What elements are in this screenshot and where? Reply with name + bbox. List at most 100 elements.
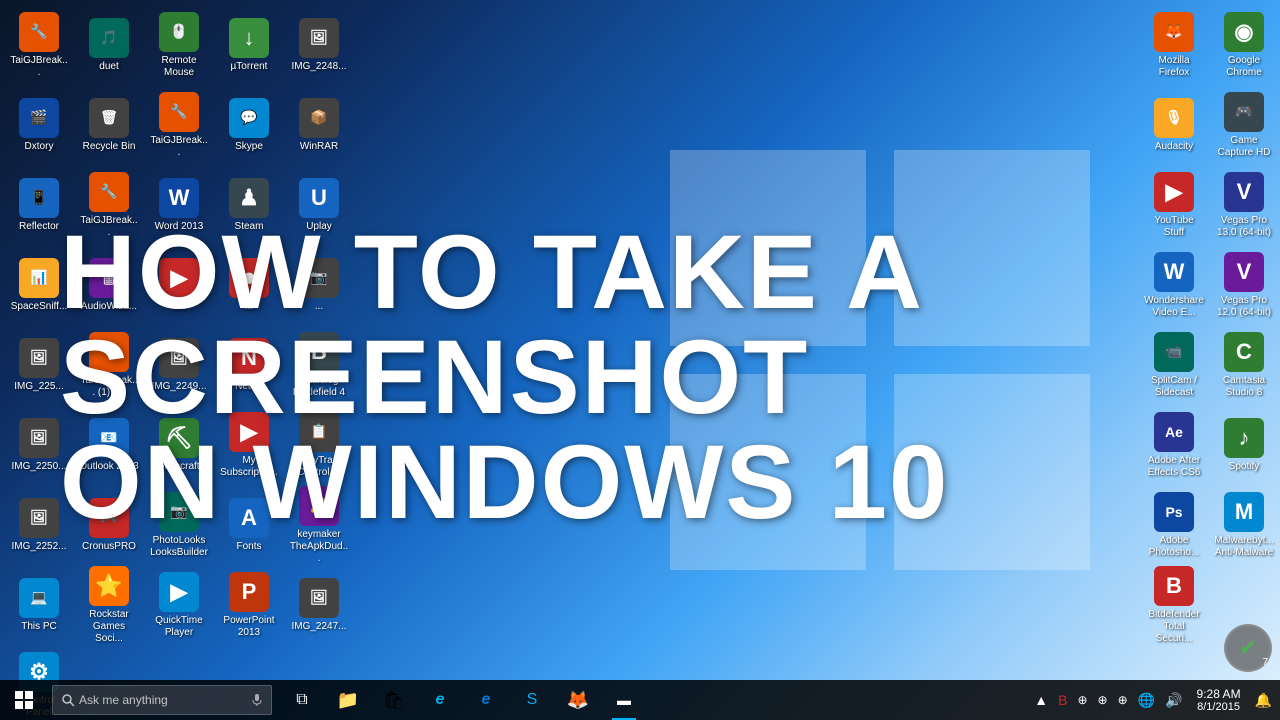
desktop-icon-taigibreak1[interactable]: 🔧TaiGJBreak... (5, 5, 73, 85)
icon-label-malwarebytes: Malwarebyt... Anti-Malware (1214, 535, 1274, 559)
icon-img-this-pc: 💻 (19, 578, 59, 618)
desktop-icon-recycle-bin[interactable]: 🗑 Recycle Bin (75, 85, 143, 165)
taskbar-firefox[interactable]: 🦊 (556, 680, 600, 720)
clock-time: 9:28 AM (1197, 687, 1241, 701)
taskbar: Ask me anything ⧉ 📁 🛍 e e (0, 680, 1280, 720)
search-bar[interactable]: Ask me anything (52, 685, 272, 715)
desktop-icon-chrome[interactable]: ◉Google Chrome (1210, 5, 1278, 85)
network-icon[interactable]: 🌐 (1134, 680, 1159, 720)
taskbar-file-explorer[interactable]: 📁 (326, 680, 370, 720)
microphone-icon (251, 694, 263, 706)
icon-img-uplay: U (299, 178, 339, 218)
icon-img-recycle-bin: 🗑 (89, 98, 129, 138)
icon-img-game-capture: 🎮 (1224, 92, 1264, 132)
icon-img-utorrent: ↓ (229, 18, 269, 58)
icon-label-dxtory: Dxtory (25, 141, 54, 153)
icon-label-duet: duet (99, 61, 118, 73)
clock[interactable]: 9:28 AM 8/1/2015 (1189, 680, 1249, 720)
icon-label-img2252: IMG_2252... (11, 541, 66, 553)
tray-icon1[interactable]: ⊕ (1073, 680, 1091, 720)
desktop-icon-audacity[interactable]: 🎙Audacity (1140, 85, 1208, 165)
notifications-button[interactable]: 🔔 (1251, 680, 1276, 720)
icon-img-spacesniff: 📊 (19, 258, 59, 298)
desktop-icon-img2248[interactable]: 🖼 IMG_2248... (285, 5, 353, 85)
icon-label-utorrent: µTorrent (231, 61, 268, 73)
icon-label-adobe-ps: Adobe Photosho... (1144, 535, 1204, 559)
icon-label-powerpoint: PowerPoint 2013 (219, 615, 279, 639)
desktop-icon-remote-mouse[interactable]: 🖱️Remote Mouse (145, 5, 213, 85)
icon-img-skype: 💬 (229, 98, 269, 138)
icon-img-steam: ♟ (229, 178, 269, 218)
desktop-icon-powerpoint[interactable]: P PowerPoint 2013 (215, 565, 283, 645)
tray-icon3[interactable]: ⊕ (1114, 680, 1132, 720)
desktop-icon-duet[interactable]: 🎵 duet (75, 5, 143, 85)
icon-img-quicktime: ▶ (159, 572, 199, 612)
tray-icon2[interactable]: ⊕ (1094, 680, 1112, 720)
notification-circle[interactable]: ✔ 7 (1224, 624, 1272, 672)
icon-label-remote-mouse: Remote Mouse (149, 55, 209, 79)
desktop-icon-taigibreak2[interactable]: 🔧TaiGJBreak... (145, 85, 213, 165)
icon-img-powerpoint: P (229, 572, 269, 612)
taskbar-apps: ⧉ 📁 🛍 e e S 🦊 ▬ (280, 680, 646, 720)
icon-img-img2255: 🖼 (19, 338, 59, 378)
icon-img-youtube-stuff: ▶ (1154, 172, 1194, 212)
icon-label-recycle-bin: Recycle Bin (83, 141, 136, 153)
taskbar-store[interactable]: 🛍 (372, 680, 416, 720)
taskbar-active-app[interactable]: ▬ (602, 680, 646, 720)
tray-expand[interactable]: ▲ (1030, 680, 1052, 720)
icon-label-this-pc: This PC (21, 621, 57, 633)
desktop-icon-quicktime[interactable]: ▶ QuickTime Player (145, 565, 213, 645)
desktop-icon-skype[interactable]: 💬Skype (215, 85, 283, 165)
icon-label-winrar: WinRAR (300, 141, 338, 153)
overlay-line2: ON WINDOWS 10 (60, 430, 1280, 535)
icon-label-mozilla: Mozilla Firefox (1144, 55, 1204, 79)
desktop-icon-bitdefender[interactable]: BBitdefender Total Securi... (1140, 565, 1208, 645)
desktop: HOW TO TAKE A SCREENSHOT ON WINDOWS 10 🔧… (0, 0, 1280, 720)
windows-start-icon (15, 691, 33, 709)
icon-img-vegas-pro: V (1224, 172, 1264, 212)
icon-img-audacity: 🎙 (1154, 98, 1194, 138)
icon-label-img2248: IMG_2248... (291, 61, 346, 73)
icon-img-img2248: 🖼 (299, 18, 339, 58)
desktop-icon-rockstar[interactable]: ⭐Rockstar Games Soci... (75, 565, 143, 645)
desktop-icon-utorrent[interactable]: ↓ µTorrent (215, 5, 283, 85)
icon-label-reflector: Reflector (19, 221, 59, 233)
icon-label-taigibreak2: TaiGJBreak... (149, 135, 209, 159)
icon-label-taigibreak1: TaiGJBreak... (9, 55, 69, 79)
desktop-icon-dxtory[interactable]: 🎬 Dxtory (5, 85, 73, 165)
icon-label-img2250: IMG_2250... (11, 461, 66, 473)
taskbar-right: ▲ B ⊕ ⊕ ⊕ 🌐 🔊 9:28 AM 8/1/2015 🔔 (1030, 680, 1280, 720)
icon-label-bitdefender: Bitdefender Total Securi... (1144, 609, 1204, 645)
icon-img-img2247: 🖼 (299, 578, 339, 618)
icon-img-rockstar: ⭐ (89, 566, 129, 606)
icon-img-winrar: 📦 (299, 98, 339, 138)
desktop-icon-this-pc[interactable]: 💻 This PC (5, 565, 73, 645)
tray-bitdefender[interactable]: B (1054, 680, 1071, 720)
desktop-icon-winrar[interactable]: 📦 WinRAR (285, 85, 353, 165)
desktop-icon-mozilla[interactable]: 🦊 Mozilla Firefox (1140, 5, 1208, 85)
icon-img-reflector: 📱 (19, 178, 59, 218)
icon-img-taigibreak3: 🔧 (89, 172, 129, 212)
icon-label-cronuspro: CronusPRO (82, 541, 136, 553)
taskbar-task-view[interactable]: ⧉ (280, 680, 324, 720)
taskbar-skype[interactable]: S (510, 680, 554, 720)
volume-icon[interactable]: 🔊 (1161, 680, 1186, 720)
icon-label-quicktime: QuickTime Player (149, 615, 209, 639)
icon-img-duet: 🎵 (89, 18, 129, 58)
taskbar-ie[interactable]: e (418, 680, 462, 720)
overlay-line1: HOW TO TAKE A SCREENSHOT (60, 220, 1280, 430)
icon-label-fonts: Fonts (236, 541, 261, 553)
icon-img-img2252: 🖼 (19, 498, 59, 538)
taskbar-edge[interactable]: e (464, 680, 508, 720)
search-icon (61, 693, 75, 707)
icon-label-game-capture: Game Capture HD (1214, 135, 1274, 159)
desktop-icon-img2247[interactable]: 🖼 IMG_2247... (285, 565, 353, 645)
start-button[interactable] (0, 680, 48, 720)
icon-img-mozilla: 🦊 (1154, 12, 1194, 52)
icon-label-img2247: IMG_2247... (291, 621, 346, 633)
icon-img-word2013: W (159, 178, 199, 218)
desktop-icon-game-capture[interactable]: 🎮 Game Capture HD (1210, 85, 1278, 165)
search-placeholder: Ask me anything (79, 693, 168, 707)
icon-label-rockstar: Rockstar Games Soci... (79, 609, 139, 645)
icon-img-dxtory: 🎬 (19, 98, 59, 138)
